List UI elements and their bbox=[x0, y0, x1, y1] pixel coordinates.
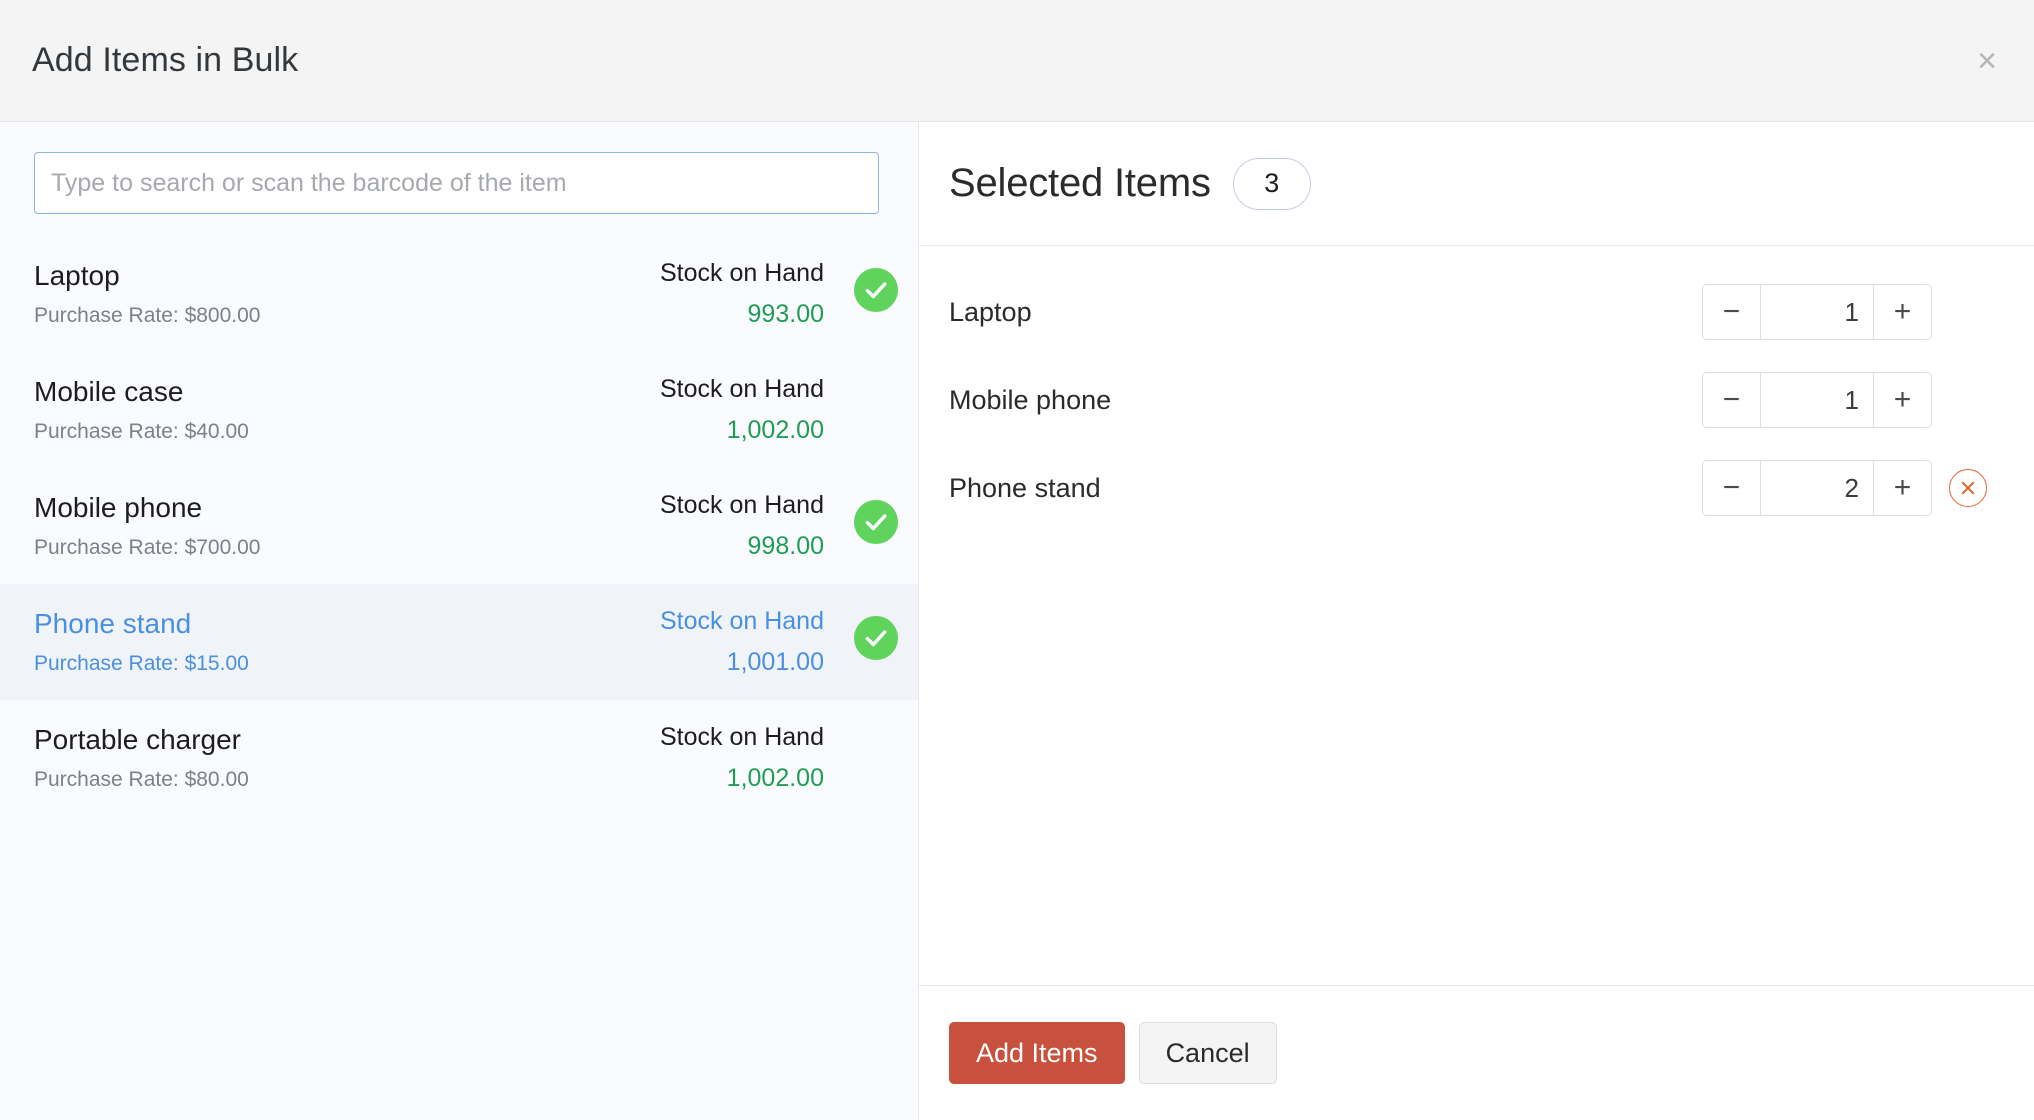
item-stock: Stock on Hand 1,002.00 bbox=[534, 374, 834, 445]
item-purchase-rate: Purchase Rate: $15.00 bbox=[34, 652, 249, 675]
item-stock: Stock on Hand 1,002.00 bbox=[534, 722, 834, 793]
stock-on-hand-value: 993.00 bbox=[747, 300, 824, 329]
item-name: Mobile case bbox=[34, 376, 184, 407]
check-icon[interactable] bbox=[854, 616, 898, 660]
item-purchase-rate: Purchase Rate: $800.00 bbox=[34, 304, 261, 327]
dialog-header: Add Items in Bulk × bbox=[0, 0, 2034, 122]
quantity-stepper: −+ bbox=[1702, 460, 1932, 516]
decrement-quantity-button[interactable]: − bbox=[1703, 285, 1761, 339]
item-name: Phone stand bbox=[34, 608, 192, 639]
selected-item-row: Laptop−+ bbox=[919, 268, 2034, 356]
stock-on-hand-label: Stock on Hand bbox=[660, 375, 824, 403]
item-stock: Stock on Hand 998.00 bbox=[534, 490, 834, 561]
item-list-row[interactable]: Laptop Purchase Rate: $800.00 Stock on Han… bbox=[0, 236, 918, 352]
search-container bbox=[0, 122, 918, 236]
add-items-bulk-dialog: Add Items in Bulk × Laptop Purchase Rate:… bbox=[0, 0, 2034, 1120]
quantity-stepper: −+ bbox=[1702, 284, 1932, 340]
remove-item-icon[interactable] bbox=[1949, 469, 1987, 507]
item-stock: Stock on Hand 993.00 bbox=[534, 258, 834, 329]
decrement-quantity-button[interactable]: − bbox=[1703, 461, 1761, 515]
quantity-input[interactable] bbox=[1761, 285, 1873, 339]
stock-on-hand-label: Stock on Hand bbox=[660, 723, 824, 751]
item-select-slot bbox=[834, 722, 918, 732]
selected-item-name: Mobile phone bbox=[949, 384, 1112, 415]
increment-quantity-button[interactable]: + bbox=[1873, 461, 1931, 515]
item-stock: Stock on Hand 1,001.00 bbox=[534, 606, 834, 677]
stock-on-hand-value: 1,001.00 bbox=[726, 648, 824, 677]
item-name: Mobile phone bbox=[34, 492, 203, 523]
item-info: Mobile case Purchase Rate: $40.00 bbox=[34, 374, 534, 444]
item-list[interactable]: Laptop Purchase Rate: $800.00 Stock on Han… bbox=[0, 236, 918, 1120]
item-name: Portable charger bbox=[34, 724, 242, 755]
item-info: Mobile phone Purchase Rate: $700.00 bbox=[34, 490, 534, 560]
stock-on-hand-value: 998.00 bbox=[747, 532, 824, 561]
item-select-slot bbox=[834, 258, 918, 312]
item-info: Portable charger Purchase Rate: $80.00 bbox=[34, 722, 534, 792]
item-list-row[interactable]: Portable charger Purchase Rate: $80.00 Sto… bbox=[0, 700, 918, 816]
stock-on-hand-label: Stock on Hand bbox=[660, 259, 824, 287]
selected-items-pane: Selected Items 3 Laptop−+Mobile phone−+P… bbox=[919, 122, 2034, 1120]
increment-quantity-button[interactable]: + bbox=[1873, 285, 1931, 339]
item-search-pane: Laptop Purchase Rate: $800.00 Stock on Han… bbox=[0, 122, 919, 1120]
item-list-row[interactable]: Mobile phone Purchase Rate: $700.00 Stock … bbox=[0, 468, 918, 584]
add-items-button[interactable]: Add Items bbox=[949, 1022, 1125, 1084]
dialog-footer: Add Items Cancel bbox=[919, 985, 2034, 1120]
item-select-slot bbox=[834, 606, 918, 660]
selected-item-name: Phone stand bbox=[949, 472, 1101, 503]
stock-on-hand-label: Stock on Hand bbox=[660, 491, 824, 519]
item-list-row[interactable]: Phone stand Purchase Rate: $15.00 Stock on… bbox=[0, 584, 918, 700]
cancel-button[interactable]: Cancel bbox=[1138, 1022, 1277, 1084]
selected-items-count-badge: 3 bbox=[1232, 157, 1311, 210]
close-icon[interactable]: × bbox=[1964, 38, 2010, 84]
selected-items-title: Selected Items bbox=[949, 161, 1211, 205]
remove-item-slot bbox=[1932, 469, 2004, 507]
item-select-slot bbox=[834, 374, 918, 384]
selected-items-list: Laptop−+Mobile phone−+Phone stand−+ bbox=[919, 246, 2034, 985]
item-select-slot bbox=[834, 490, 918, 544]
quantity-stepper: −+ bbox=[1702, 372, 1932, 428]
selected-item-row: Mobile phone−+ bbox=[919, 356, 2034, 444]
item-purchase-rate: Purchase Rate: $80.00 bbox=[34, 768, 249, 791]
item-info: Phone stand Purchase Rate: $15.00 bbox=[34, 606, 534, 676]
item-info: Laptop Purchase Rate: $800.00 bbox=[34, 258, 534, 328]
stock-on-hand-label: Stock on Hand bbox=[660, 607, 824, 635]
item-list-row[interactable]: Mobile case Purchase Rate: $40.00 Stock on… bbox=[0, 352, 918, 468]
check-icon[interactable] bbox=[854, 500, 898, 544]
stock-on-hand-value: 1,002.00 bbox=[726, 764, 824, 793]
item-name: Laptop bbox=[34, 260, 120, 291]
selected-item-name: Laptop bbox=[949, 296, 1032, 327]
increment-quantity-button[interactable]: + bbox=[1873, 373, 1931, 427]
selected-items-header: Selected Items 3 bbox=[919, 122, 2034, 246]
item-purchase-rate: Purchase Rate: $700.00 bbox=[34, 536, 261, 559]
page-title: Add Items in Bulk bbox=[32, 41, 299, 79]
decrement-quantity-button[interactable]: − bbox=[1703, 373, 1761, 427]
item-purchase-rate: Purchase Rate: $40.00 bbox=[34, 420, 249, 443]
check-icon[interactable] bbox=[854, 268, 898, 312]
search-input[interactable] bbox=[34, 152, 879, 214]
quantity-input[interactable] bbox=[1761, 461, 1873, 515]
dialog-body: Laptop Purchase Rate: $800.00 Stock on Han… bbox=[0, 122, 2034, 1120]
stock-on-hand-value: 1,002.00 bbox=[726, 416, 824, 445]
quantity-input[interactable] bbox=[1761, 373, 1873, 427]
selected-item-row: Phone stand−+ bbox=[919, 444, 2034, 532]
